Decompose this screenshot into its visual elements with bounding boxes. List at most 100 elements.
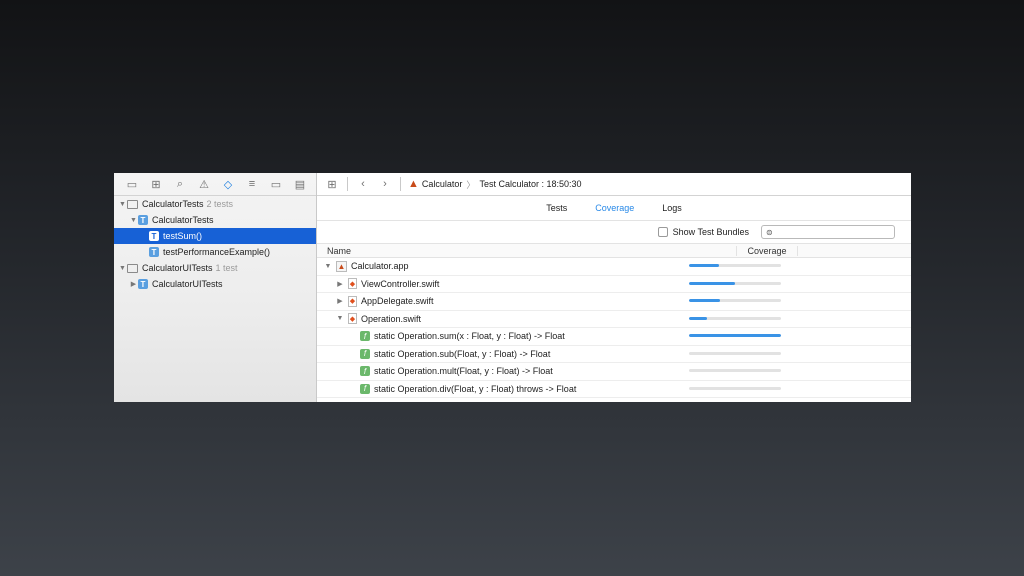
debug-icon[interactable]: ≡ [240, 173, 264, 195]
test-icon: T [138, 215, 148, 225]
column-coverage[interactable]: Coverage [737, 245, 798, 256]
function-icon: f [360, 348, 370, 359]
tree-item[interactable]: ▼ T CalculatorTests [114, 212, 316, 228]
coverage-bar [689, 386, 781, 390]
coverage-row[interactable]: ▼ ◆ Operation.swift [317, 311, 911, 328]
show-test-bundles-checkbox[interactable] [657, 227, 668, 237]
jump-bar: ⊞ ‹ › ▲ Calculator 〉 Test Calculator : 1… [317, 173, 911, 196]
filter-bar: Show Test Bundles ⊜ [317, 221, 911, 243]
report-editor: ⊞ ‹ › ▲ Calculator 〉 Test Calculator : 1… [317, 173, 911, 402]
test-count: 2 tests [206, 199, 234, 209]
folder-icon [127, 263, 138, 273]
warning-icon[interactable]: ⚠ [192, 173, 216, 195]
search-icon[interactable]: ⌕ [168, 173, 192, 195]
report-icon[interactable]: ▤ [288, 173, 312, 195]
tree-item[interactable]: TtestPerformanceExample() [114, 244, 316, 260]
tree-item[interactable]: ▼ CalculatorTests 2 tests [114, 196, 316, 212]
tab-logs[interactable]: Logs [648, 203, 696, 213]
coverage-row[interactable]: f static Operation.sum(x : Float, y : Flo… [317, 328, 911, 346]
navigator-selector-bar: ▭ ⊞ ⌕ ⚠ ◇ ≡ ▭ ▤ [114, 173, 316, 196]
function-icon: f [360, 366, 370, 377]
coverage-row[interactable]: f static Operation.mult(Float, y : Float)… [317, 363, 911, 381]
coverage-row-label: Operation.swift [361, 313, 422, 324]
test-icon: T [149, 231, 159, 241]
coverage-row[interactable]: ▼ ▲ Calculator.app [317, 258, 911, 276]
test-navigator: ▭ ⊞ ⌕ ⚠ ◇ ≡ ▭ ▤ ▼ CalculatorTests 2 tests ▼ T Calcul… [114, 173, 317, 402]
coverage-row-label: Calculator.app [351, 261, 409, 272]
tree-item-label: testSum() [163, 231, 203, 241]
coverage-row[interactable]: f static Operation.div(Float, y : Float) … [317, 381, 911, 398]
coverage-bar-fill [689, 264, 720, 267]
xcode-window: ▭ ⊞ ⌕ ⚠ ◇ ≡ ▭ ▤ ▼ CalculatorTests 2 tests ▼ T Calcul… [114, 173, 911, 402]
tree-item[interactable]: ▼ CalculatorUITests 1 test [114, 260, 316, 276]
report-tabs: Tests Coverage Logs [317, 196, 911, 221]
disclosure-triangle-icon[interactable]: ▶ [335, 280, 345, 288]
separator [347, 177, 348, 191]
swift-file-icon: ◆ [348, 313, 357, 325]
swift-file-icon: ◆ [348, 278, 357, 290]
coverage-bar [689, 281, 781, 285]
coverage-bar [689, 264, 781, 267]
grid-icon[interactable]: ⊞ [321, 178, 343, 191]
function-icon: f [360, 383, 370, 394]
disclosure-triangle-icon[interactable]: ▼ [129, 217, 138, 224]
coverage-row[interactable]: f static Operation.sub(Float, y : Float) … [317, 346, 911, 363]
tree-item-label: CalculatorTests [142, 199, 204, 209]
test-count: 1 test [215, 263, 238, 273]
coverage-bar [689, 316, 781, 320]
back-icon[interactable]: ‹ [352, 178, 374, 190]
coverage-bar-fill [689, 316, 708, 320]
breakpoint-icon[interactable]: ▭ [264, 173, 288, 195]
folder-icon[interactable]: ▭ [120, 173, 144, 195]
function-icon: f [360, 331, 370, 342]
test-tree: ▼ CalculatorTests 2 tests ▼ T CalculatorTests… [114, 196, 316, 292]
breadcrumb-app[interactable]: Calculator [422, 179, 463, 189]
coverage-row[interactable]: ▶ ◆ AppDelegate.swift [317, 293, 911, 311]
breadcrumb-report[interactable]: Test Calculator : 18:50:30 [479, 179, 581, 189]
test-diamond-icon[interactable]: ◇ [216, 173, 240, 195]
disclosure-triangle-icon[interactable]: ▶ [335, 297, 345, 305]
separator [400, 177, 401, 191]
app-icon: ▲ [408, 178, 419, 190]
filter-icon: ⊜ [766, 227, 773, 237]
hierarchy-icon[interactable]: ⊞ [144, 173, 168, 195]
coverage-bar-fill [689, 299, 721, 302]
test-icon: T [138, 279, 148, 289]
coverage-row-label: static Operation.mult(Float, y : Float) … [374, 366, 553, 377]
coverage-row-label: ViewController.swift [361, 278, 440, 289]
coverage-bar [689, 369, 781, 372]
coverage-bar [689, 299, 781, 302]
coverage-row-label: static Operation.sum(x : Float, y : Floa… [374, 331, 565, 342]
coverage-row[interactable]: ▶ ◆ ViewController.swift [317, 276, 911, 293]
coverage-bar [689, 334, 781, 337]
tree-item-label: CalculatorTests [152, 215, 214, 225]
tree-item-label: CalculatorUITests [152, 279, 223, 289]
test-icon: T [149, 247, 159, 257]
column-name[interactable]: Name [317, 245, 737, 256]
tree-item[interactable]: ▶ T CalculatorUITests [114, 276, 316, 292]
disclosure-triangle-icon[interactable]: ▼ [323, 263, 333, 270]
coverage-bar [689, 351, 781, 355]
tab-tests[interactable]: Tests [532, 203, 581, 213]
chevron-right-icon: 〉 [466, 179, 476, 190]
forward-icon[interactable]: › [374, 178, 396, 190]
tree-item-label: CalculatorUITests [142, 263, 213, 273]
coverage-bar-fill [689, 281, 735, 285]
coverage-bar-fill [689, 334, 781, 337]
tree-item[interactable]: TtestSum() [114, 228, 316, 244]
disclosure-triangle-icon[interactable]: ▼ [118, 201, 127, 208]
coverage-row-label: static Operation.div(Float, y : Float) t… [374, 383, 577, 394]
coverage-row-label: AppDelegate.swift [361, 296, 434, 307]
disclosure-triangle-icon[interactable]: ▼ [118, 265, 127, 272]
tab-coverage[interactable]: Coverage [581, 203, 648, 213]
disclosure-triangle-icon[interactable]: ▶ [129, 280, 138, 288]
show-test-bundles-label: Show Test Bundles [672, 227, 749, 237]
disclosure-triangle-icon[interactable]: ▼ [335, 315, 345, 322]
tree-item-label: testPerformanceExample() [163, 247, 271, 257]
coverage-row-label: static Operation.sub(Float, y : Float) -… [374, 348, 551, 359]
swift-file-icon: ◆ [348, 295, 357, 307]
column-header: Name Coverage [317, 243, 911, 258]
filter-search-input[interactable]: ⊜ [761, 225, 895, 239]
coverage-list: ▼ ▲ Calculator.app ▶ ◆ ViewController.swift ▶ ◆… [317, 258, 911, 398]
folder-icon [127, 199, 138, 209]
